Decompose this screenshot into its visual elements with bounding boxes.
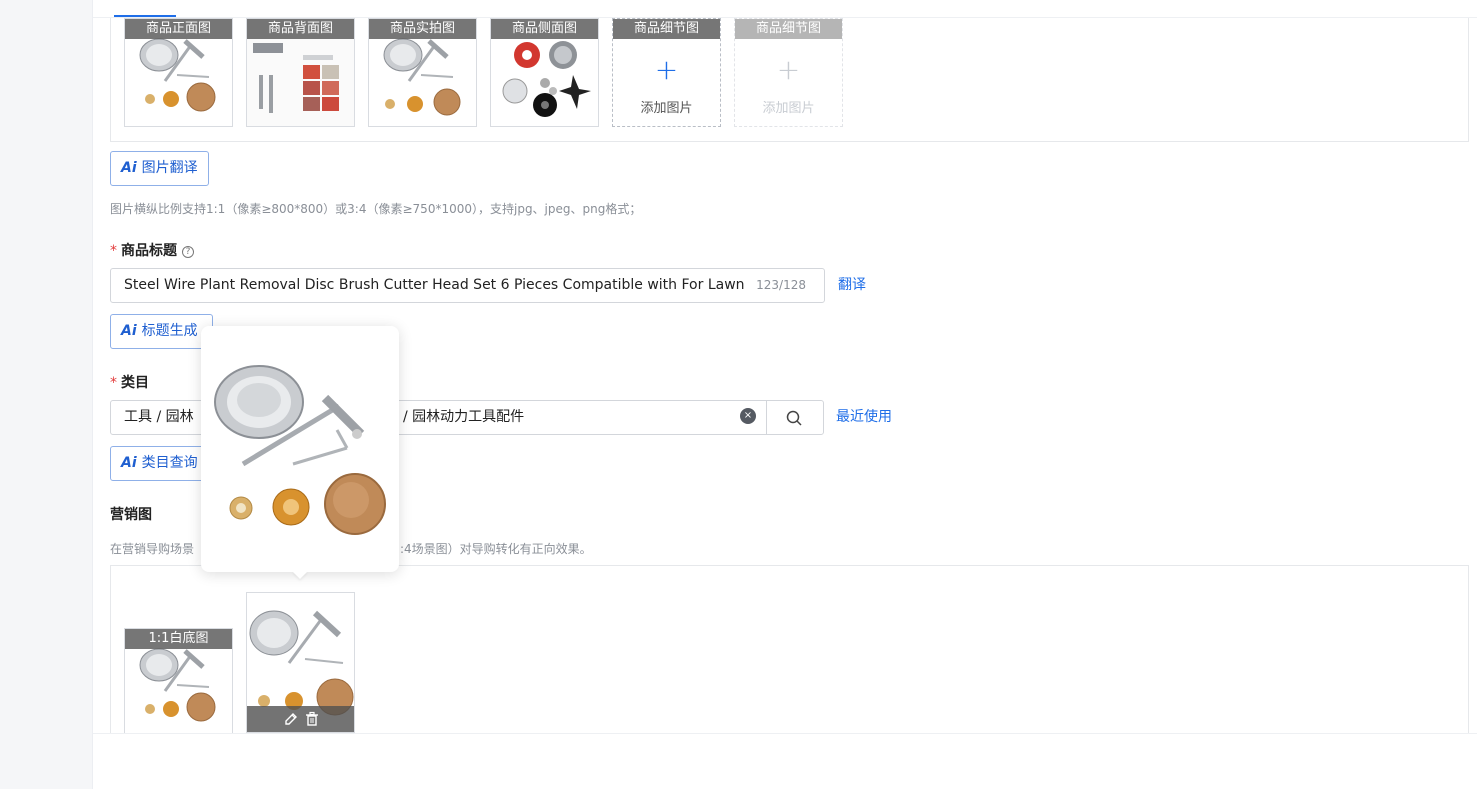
active-tab-indicator: [114, 15, 176, 17]
product-image-slot-back[interactable]: 商品背面图: [246, 18, 355, 127]
required-marker: *: [110, 243, 117, 259]
slot-label: 商品细节图: [735, 19, 842, 39]
ai-icon: Ai: [121, 455, 137, 471]
slot-label: 商品背面图: [247, 19, 354, 39]
ai-image-translate-button[interactable]: Ai 图片翻译: [110, 151, 209, 186]
translate-title-link[interactable]: 翻译: [838, 274, 866, 294]
category-value-end: / 园林动力工具配件: [403, 409, 525, 425]
preview-image: [214, 365, 386, 535]
ai-title-generate-button[interactable]: Ai 标题生成: [110, 314, 213, 349]
title-value: Steel Wire Plant Removal Disc Brush Cutt…: [124, 277, 769, 293]
image-actions-bar: [247, 706, 354, 732]
marketing-hint-start: 在营销导购场景: [110, 542, 195, 556]
button-label: 标题生成: [141, 323, 198, 339]
pencil-icon[interactable]: [282, 710, 300, 728]
required-marker: *: [110, 375, 117, 391]
title-field-label: * 商品标题?: [110, 240, 194, 260]
ai-icon: Ai: [121, 323, 137, 339]
image-preview-popover: [201, 326, 399, 572]
product-image-slot-front[interactable]: 商品正面图: [124, 18, 233, 127]
slot-label: 商品正面图: [125, 19, 232, 39]
marketing-hint-end: :4场景图）对导购转化有正向效果。: [400, 542, 592, 556]
add-image-text: 添加图片: [640, 101, 693, 116]
ai-icon: Ai: [121, 160, 137, 176]
slot-label: 商品侧面图: [491, 19, 598, 39]
add-detail-image-button-disabled: 商品细节图 + 添加图片: [734, 18, 843, 127]
clear-icon[interactable]: ×: [740, 408, 756, 424]
button-label: 类目查询: [141, 455, 198, 471]
popover-arrow: [292, 571, 308, 579]
help-icon[interactable]: ?: [182, 246, 194, 258]
left-gutter: [0, 0, 93, 789]
add-detail-image-button[interactable]: 商品细节图 + 添加图片: [612, 18, 721, 127]
category-field-label: * 类目: [110, 375, 149, 391]
slot-label: 1:1白底图: [125, 629, 232, 649]
plus-icon: +: [776, 53, 801, 86]
marketing-field-label: 营销图: [110, 507, 152, 523]
product-image-slot-real[interactable]: 商品实拍图: [368, 18, 477, 127]
search-icon: [786, 410, 802, 426]
slot-label: 商品细节图: [613, 19, 720, 39]
product-image-slot-side[interactable]: 商品侧面图: [490, 18, 599, 127]
add-image-text: 添加图片: [762, 101, 815, 116]
marketing-uploaded-image[interactable]: [246, 592, 355, 733]
button-label: 图片翻译: [141, 160, 198, 176]
image-format-hint: 图片横纵比例支持1:1（像素≥800*800）或3:4（像素≥750*1000）…: [110, 202, 642, 216]
title-input[interactable]: Steel Wire Plant Removal Disc Brush Cutt…: [110, 268, 825, 303]
slot-label: 商品实拍图: [369, 19, 476, 39]
title-char-counter: 123/128: [748, 269, 806, 302]
category-search-button[interactable]: [766, 400, 824, 435]
category-value-start: 工具 / 园林: [124, 409, 194, 425]
ai-category-query-button[interactable]: Ai 类目查询: [110, 446, 213, 481]
trash-icon[interactable]: [303, 710, 321, 728]
recent-used-link[interactable]: 最近使用: [836, 406, 892, 426]
plus-icon: +: [654, 53, 679, 86]
marketing-slot-white-bg[interactable]: 1:1白底图: [124, 628, 233, 734]
footer-area: [93, 733, 1477, 789]
